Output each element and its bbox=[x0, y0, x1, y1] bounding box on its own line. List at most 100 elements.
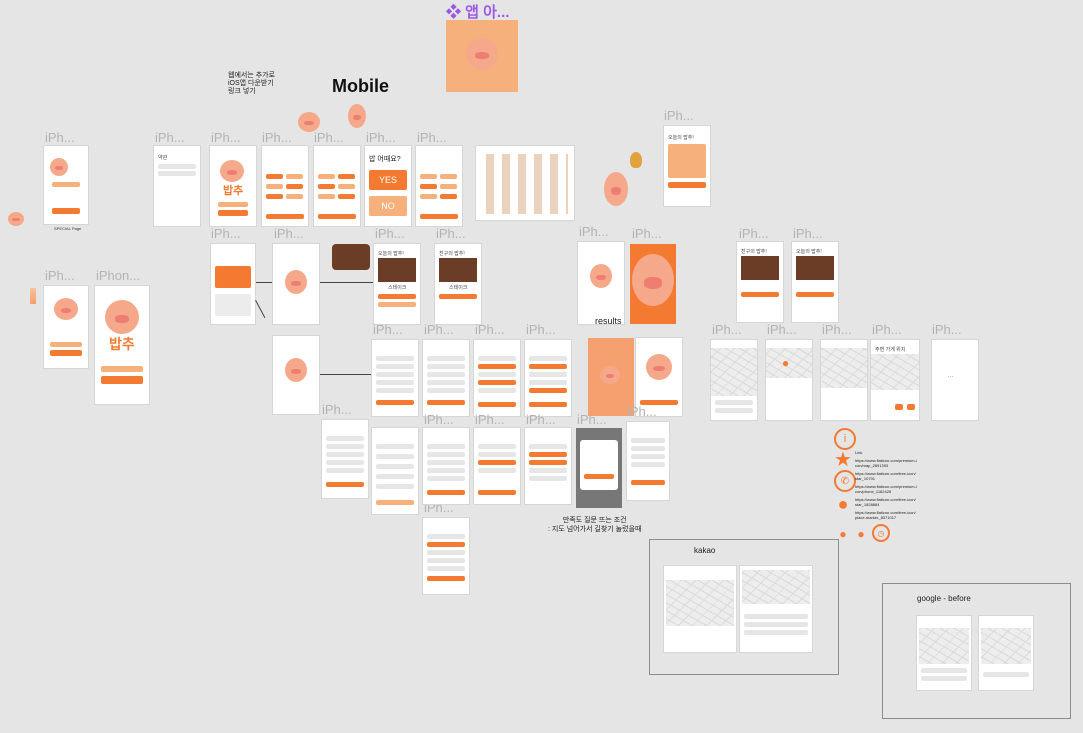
phone-frame-friend-2[interactable]: 친구의 밥추! bbox=[737, 242, 783, 322]
frame-label[interactable]: iPh... bbox=[211, 130, 241, 145]
frame-label[interactable]: iPh... bbox=[366, 130, 396, 145]
frame-label[interactable]: iPh... bbox=[872, 322, 902, 337]
frame-label[interactable]: iPh... bbox=[211, 226, 241, 241]
phone-frame-loading-3[interactable] bbox=[273, 336, 319, 414]
phone-frame-result[interactable]: 오늘의 밥추! 스테이크 bbox=[374, 244, 420, 324]
phone-frame-list[interactable] bbox=[372, 340, 418, 416]
phone-frame-list[interactable] bbox=[627, 422, 669, 500]
frame-label[interactable]: iPh... bbox=[664, 108, 694, 123]
phone-frame-yes-no[interactable]: 밥 어때요? YES NO bbox=[365, 146, 411, 226]
pig-icon bbox=[50, 158, 68, 176]
frame-label[interactable]: iPh... bbox=[475, 412, 505, 427]
button[interactable] bbox=[52, 182, 80, 187]
frame-label[interactable]: iPh... bbox=[375, 226, 405, 241]
results-label: results bbox=[595, 316, 622, 326]
frame-label[interactable]: iPh... bbox=[627, 404, 657, 419]
food-icon-sheet[interactable] bbox=[476, 146, 574, 220]
phone-frame-empty[interactable]: ··· bbox=[932, 340, 978, 420]
button[interactable] bbox=[52, 208, 80, 214]
phone-frame-list[interactable] bbox=[322, 420, 368, 498]
phone-frame-list-selected[interactable] bbox=[525, 340, 571, 416]
pig-icon bbox=[54, 298, 78, 320]
kakao-label: kakao bbox=[694, 546, 716, 555]
no-button[interactable]: NO bbox=[369, 196, 407, 216]
map-pin-icon: ● bbox=[782, 356, 790, 370]
frame-label[interactable]: iPh... bbox=[45, 130, 75, 145]
google-before-frame[interactable]: google - before bbox=[882, 583, 1071, 719]
clock-icon: ◷ bbox=[872, 524, 890, 542]
frame-label[interactable]: iPh... bbox=[274, 226, 304, 241]
frame-label[interactable]: iPh... bbox=[767, 322, 797, 337]
phone-frame-loading[interactable] bbox=[273, 244, 319, 324]
pig-icon bbox=[646, 354, 672, 380]
frame-label[interactable]: iPh... bbox=[579, 224, 609, 239]
phone-frame-options[interactable] bbox=[416, 146, 462, 226]
frame-label[interactable]: iPh... bbox=[932, 322, 962, 337]
frame-label[interactable]: iPh... bbox=[417, 130, 447, 145]
phone-frame-splash-2[interactable] bbox=[44, 286, 88, 368]
yes-button[interactable]: YES bbox=[369, 170, 407, 190]
no-label: NO bbox=[381, 201, 395, 211]
frame-label[interactable]: iPh... bbox=[424, 322, 454, 337]
frame-label[interactable]: iPh... bbox=[314, 130, 344, 145]
phone-frame-splash-large[interactable]: 밥추 bbox=[95, 286, 149, 404]
frame-label[interactable]: iPh... bbox=[475, 322, 505, 337]
phone-frame-list[interactable] bbox=[423, 340, 469, 416]
frame-label[interactable]: iPh... bbox=[712, 322, 742, 337]
phone-frame-list-selected[interactable] bbox=[474, 340, 520, 416]
phone-frame-choice[interactable] bbox=[211, 244, 255, 324]
link-list: https://www.flaticon.com/premium-icon/ma… bbox=[855, 458, 917, 520]
phone-frame-text[interactable]: 약관 bbox=[154, 146, 200, 226]
phone-frame-todays[interactable]: 오늘의 밥추! bbox=[664, 126, 710, 206]
phone-frame-todays-2[interactable]: 오늘의 밥추! bbox=[792, 242, 838, 322]
phone-frame-friend[interactable]: 친구의 밥추! 스테이크 bbox=[435, 244, 481, 324]
frame-label[interactable]: iPh... bbox=[322, 402, 352, 417]
link-item[interactable]: https://www.flaticon.com/free-icon/star_… bbox=[855, 497, 917, 507]
frame-label[interactable]: iPh... bbox=[45, 268, 75, 283]
phone-frame-special[interactable] bbox=[44, 146, 88, 224]
link-item[interactable]: https://www.flaticon.com/free-icon/star_… bbox=[855, 471, 917, 481]
kakao-reference-frame[interactable]: kakao bbox=[649, 539, 839, 675]
phone-frame-list[interactable] bbox=[423, 518, 469, 594]
frame-label[interactable]: iPh... bbox=[424, 412, 454, 427]
pig-icon bbox=[632, 254, 674, 306]
flow-arrow bbox=[320, 282, 374, 283]
frame-label[interactable]: iPh... bbox=[822, 322, 852, 337]
phone-frame-options[interactable] bbox=[262, 146, 308, 226]
phone-frame-map[interactable] bbox=[821, 340, 867, 420]
mobile-heading: Mobile bbox=[332, 76, 389, 96]
frame-label[interactable]: iPhon... bbox=[96, 268, 140, 283]
phone-frame-map[interactable]: ● bbox=[766, 340, 812, 420]
link-item[interactable]: https://www.flaticon.com/free-icon/place… bbox=[855, 510, 917, 520]
frame-label[interactable]: iPh... bbox=[526, 322, 556, 337]
frame-label[interactable]: iPh... bbox=[262, 130, 292, 145]
phone-frame-loading-2[interactable] bbox=[578, 242, 624, 324]
component-title[interactable]: ❖ 앱 아... bbox=[446, 1, 509, 22]
frame-label[interactable]: iPh... bbox=[155, 130, 185, 145]
frame-label[interactable]: iPh... bbox=[373, 322, 403, 337]
phone-frame-map[interactable] bbox=[711, 340, 757, 420]
phone-frame-list-selected[interactable] bbox=[474, 428, 520, 504]
frame-label[interactable]: iPh... bbox=[577, 412, 607, 427]
phone-frame-list[interactable] bbox=[372, 428, 418, 514]
frame-label[interactable]: iPh... bbox=[632, 226, 662, 241]
phone-frame-splash[interactable]: 밥추 bbox=[210, 146, 256, 226]
link-item[interactable]: https://www.flaticon.com/premium-icon/ph… bbox=[855, 484, 917, 494]
phone-frame-map[interactable]: 주변 가게 위치 bbox=[871, 340, 919, 420]
phone-frame-list-selected[interactable] bbox=[525, 428, 571, 504]
link-item[interactable]: https://www.flaticon.com/premium-icon/ma… bbox=[855, 458, 917, 468]
survey-frame[interactable] bbox=[576, 428, 622, 508]
frame-label[interactable]: iPh... bbox=[526, 412, 556, 427]
frame-label[interactable]: iPh... bbox=[739, 226, 769, 241]
pig-icon bbox=[466, 38, 498, 70]
phone-frame-list[interactable] bbox=[423, 428, 469, 504]
phone-frame-options[interactable] bbox=[314, 146, 360, 226]
color-swatches bbox=[30, 288, 36, 304]
frame-label[interactable]: iPh... bbox=[793, 226, 823, 241]
google-screenshot bbox=[917, 616, 971, 690]
special-page-label: SPECIAL Page bbox=[54, 226, 82, 231]
pig-sticker-icon bbox=[348, 104, 366, 128]
frame-label[interactable]: iPh... bbox=[436, 226, 466, 241]
flow-arrow bbox=[255, 300, 266, 319]
pig-logo-card[interactable] bbox=[446, 20, 518, 92]
